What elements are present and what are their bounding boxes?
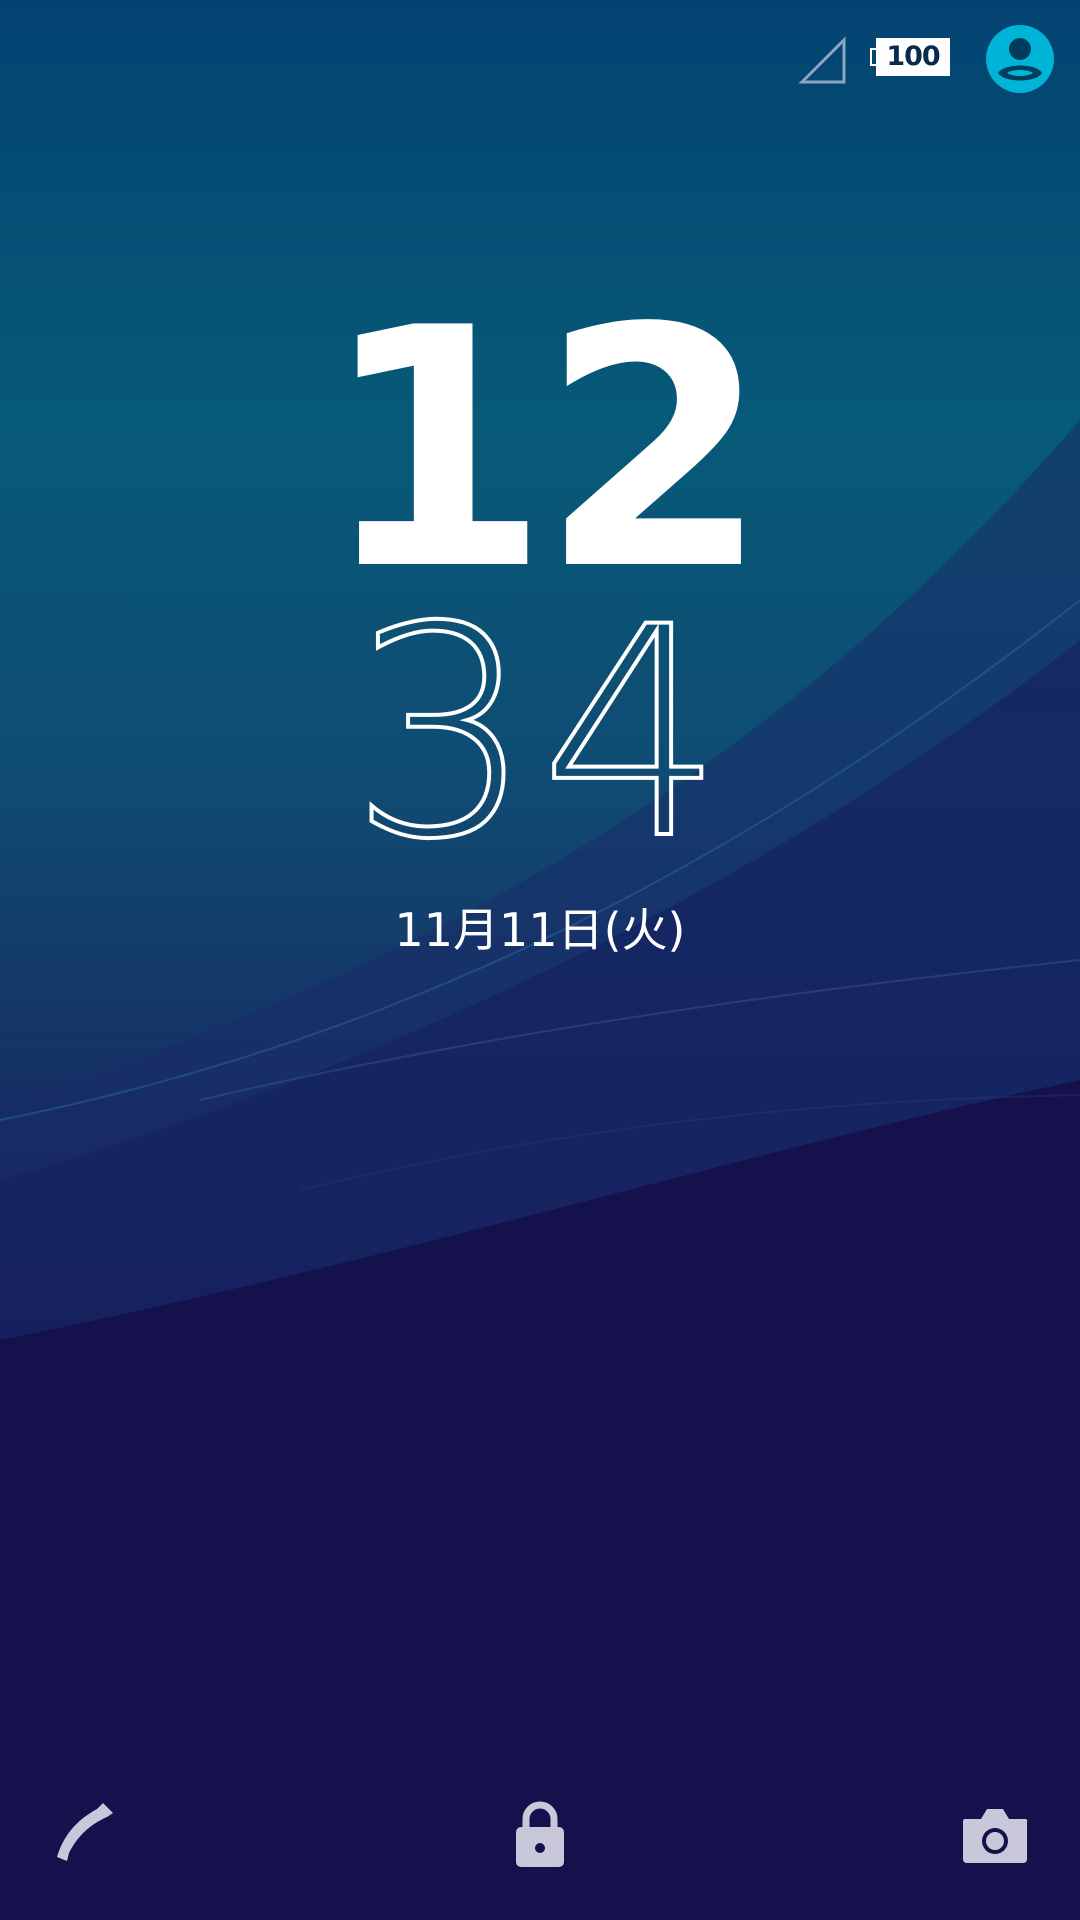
lock-shortcut[interactable]: [500, 1795, 580, 1875]
clock-minutes: 34: [347, 566, 731, 903]
user-avatar-icon[interactable]: [986, 25, 1054, 93]
clock-hours: 12: [320, 258, 769, 642]
battery-level: 100: [886, 41, 940, 72]
camera-icon: [963, 1809, 1028, 1863]
lock-icon: [516, 1801, 564, 1867]
phone-shortcut[interactable]: [45, 1795, 125, 1875]
battery-indicator: 100: [870, 38, 954, 80]
camera-shortcut[interactable]: [955, 1795, 1035, 1875]
clock-date: 11月11日(火): [394, 903, 686, 957]
lock-screen[interactable]: 100 12 34 11月11日(火): [0, 0, 1080, 1920]
phone-icon: [57, 1803, 113, 1861]
signal-empty-icon: [798, 36, 846, 84]
status-bar: 100: [0, 0, 1080, 120]
